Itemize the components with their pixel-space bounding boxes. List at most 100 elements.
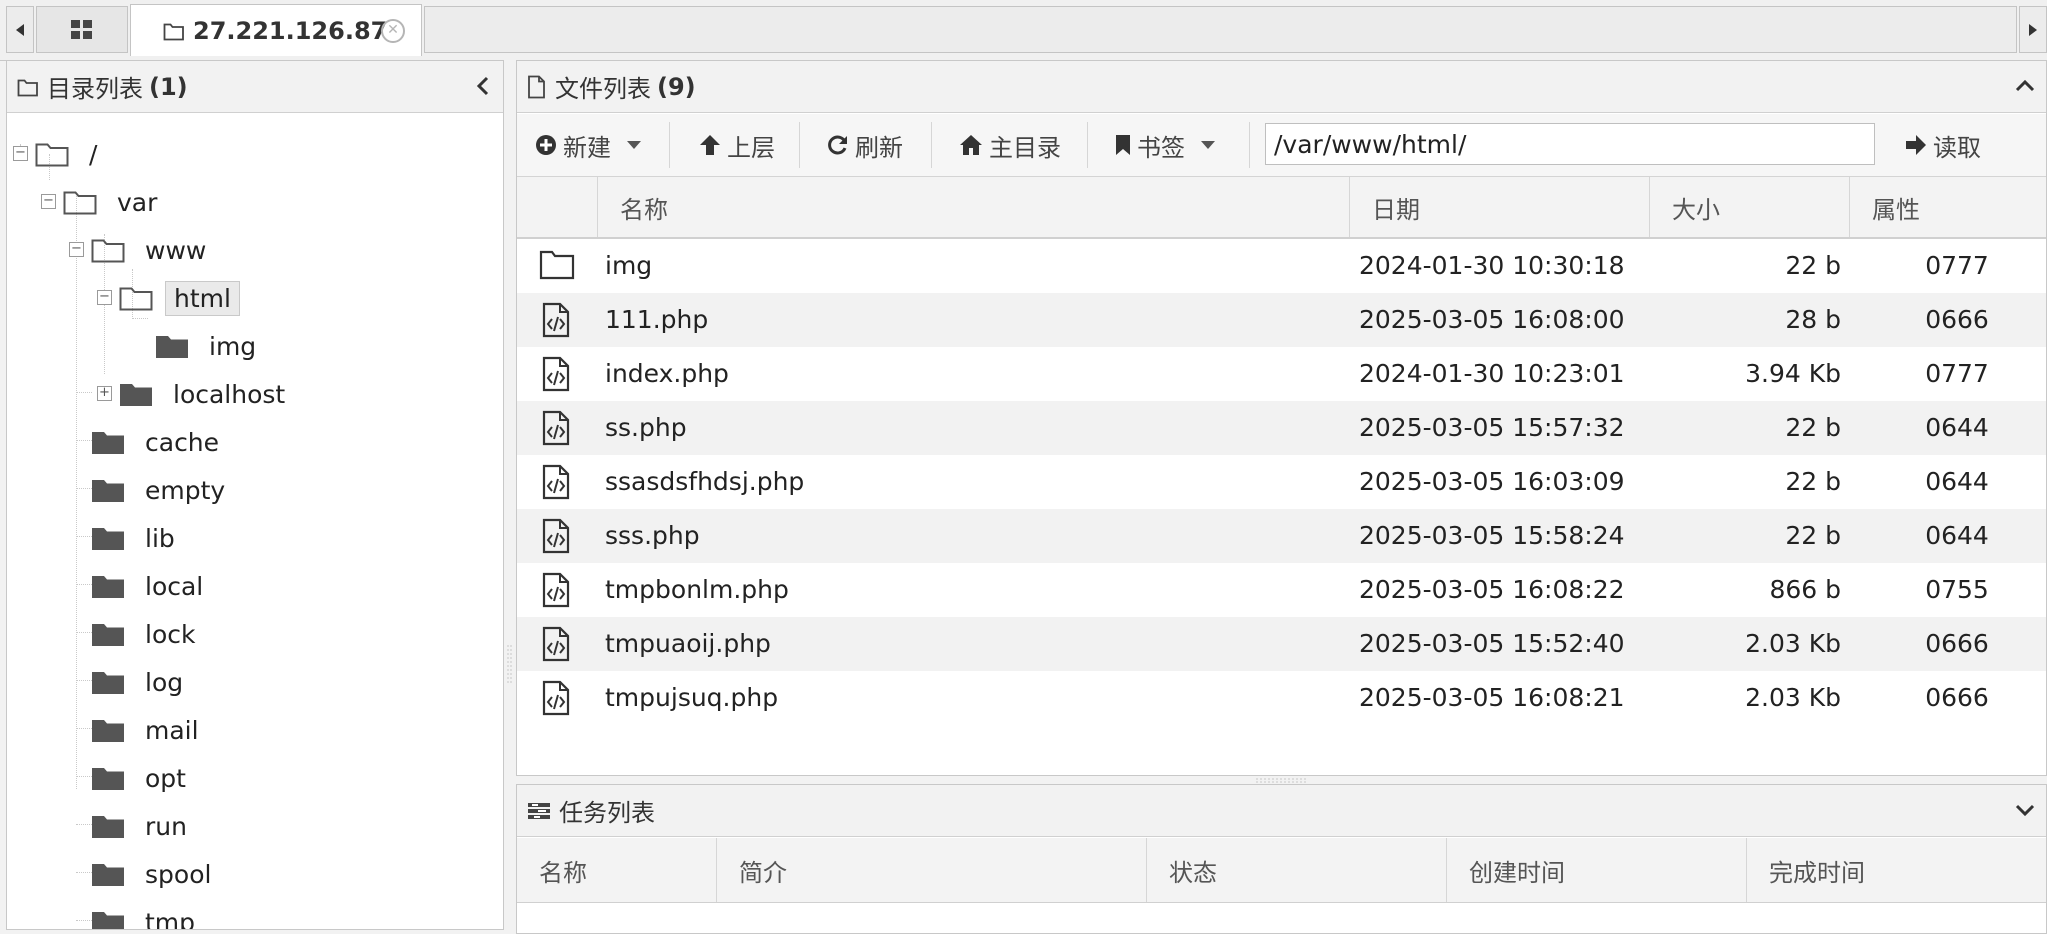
file-date: 2025-03-05 16:03:09 [1359, 467, 1625, 496]
task-column-summary[interactable]: 简介 [717, 838, 1147, 902]
column-header-icon [517, 177, 597, 237]
column-header-date[interactable]: 日期 [1349, 177, 1649, 237]
caret-left-icon [16, 23, 24, 36]
up-level-label: 上层 [727, 133, 775, 162]
file-row[interactable]: 111.php 2025-03-05 16:08:00 28 b 0666 [517, 293, 2046, 347]
refresh-icon [828, 135, 847, 155]
tree-node-lib[interactable]: lib [91, 518, 183, 558]
folder-outline-icon [17, 79, 38, 96]
bookmark-button[interactable]: 书签 [1115, 124, 1215, 166]
refresh-label: 刷新 [855, 133, 903, 162]
arrow-up-icon [700, 135, 720, 155]
up-level-button[interactable]: 上层 [699, 124, 775, 166]
folder-icon [92, 624, 124, 646]
file-row[interactable]: index.php 2024-01-30 10:23:01 3.94 Kb 07… [517, 347, 2046, 401]
tree-node-var[interactable]: var [63, 182, 165, 222]
tab-scroll-right-button[interactable] [2019, 6, 2047, 53]
home-icon [960, 135, 982, 155]
file-date: 2025-03-05 16:08:21 [1359, 683, 1625, 712]
toolbar-divider [1087, 122, 1088, 168]
tree-collapse-toggle[interactable]: − [13, 146, 28, 161]
file-toolbar: 新建 上层 刷新 主目录 书签 /var/www/html/ 读取 [517, 114, 2046, 177]
directory-panel-count: (1) [149, 72, 188, 101]
read-button[interactable]: 读取 [1905, 124, 1981, 166]
path-input[interactable] [1265, 123, 1875, 165]
tab-bar: 27.221.126.87 ✕ [0, 0, 2047, 61]
task-column-created[interactable]: 创建时间 [1447, 838, 1747, 902]
column-header-size[interactable]: 大小 [1649, 177, 1849, 237]
file-permission: 0644 [1925, 413, 1989, 442]
file-size: 22 b [1785, 467, 1841, 496]
collapse-panel-button[interactable] [473, 75, 493, 97]
collapse-file-panel-button[interactable] [2014, 75, 2036, 97]
tree-node-cache[interactable]: cache [91, 422, 227, 462]
tree-node-tmp[interactable]: tmp [91, 902, 203, 929]
code-file-icon [542, 626, 570, 662]
tree-node-local[interactable]: local [91, 566, 211, 606]
tree-node-root[interactable]: / [35, 134, 105, 174]
file-row[interactable]: tmpuaoij.php 2025-03-05 15:52:40 2.03 Kb… [517, 617, 2046, 671]
bookmark-icon [1116, 135, 1130, 155]
file-permission: 0755 [1925, 575, 1989, 604]
task-column-name[interactable]: 名称 [517, 838, 717, 902]
file-permission: 0666 [1925, 683, 1989, 712]
code-file-icon [542, 518, 570, 554]
tree-node-img[interactable]: img [155, 326, 264, 366]
file-size: 22 b [1785, 413, 1841, 442]
task-column-finished[interactable]: 完成时间 [1747, 838, 2047, 902]
task-column-status[interactable]: 状态 [1147, 838, 1447, 902]
tree-collapse-toggle[interactable]: − [41, 194, 56, 209]
toolbar-divider [669, 122, 670, 168]
refresh-button[interactable]: 刷新 [827, 124, 903, 166]
tree-node-log[interactable]: log [91, 662, 191, 702]
tree-node-empty[interactable]: empty [91, 470, 233, 510]
file-size: 2.03 Kb [1745, 683, 1841, 712]
file-row[interactable]: img 2024-01-30 10:30:18 22 b 0777 [517, 239, 2046, 293]
tab-close-icon[interactable]: ✕ [381, 19, 405, 43]
tab-host[interactable]: 27.221.126.87 ✕ [130, 4, 422, 56]
vertical-splitter[interactable] [504, 60, 516, 930]
file-size: 22 b [1785, 521, 1841, 550]
column-header-name[interactable]: 名称 [597, 177, 1349, 237]
code-file-icon [542, 410, 570, 446]
tree-node-label: tmp [145, 907, 196, 930]
tree-node-www[interactable]: www [91, 230, 214, 270]
tree-node-label: local [145, 571, 204, 601]
file-row[interactable]: ss.php 2025-03-05 15:57:32 22 b 0644 [517, 401, 2046, 455]
file-name: tmpujsuq.php [605, 683, 779, 712]
tree-node-localhost[interactable]: localhost [119, 374, 293, 414]
code-file-icon [542, 464, 570, 500]
tab-scroll-left-button[interactable] [6, 6, 34, 53]
read-label: 读取 [1933, 133, 1981, 162]
tree-expand-toggle[interactable]: + [97, 386, 112, 401]
file-row[interactable]: tmpujsuq.php 2025-03-05 16:08:21 2.03 Kb… [517, 671, 2046, 725]
tree-node-lock[interactable]: lock [91, 614, 203, 654]
tree-node-label: lock [145, 619, 196, 649]
code-file-icon [542, 572, 570, 608]
tree-node-label: opt [145, 763, 186, 793]
tree-node-run[interactable]: run [91, 806, 195, 846]
file-date: 2025-03-05 15:57:32 [1359, 413, 1625, 442]
tree-node-opt[interactable]: opt [91, 758, 194, 798]
plus-circle-icon [536, 135, 556, 155]
file-date: 2025-03-05 15:58:24 [1359, 521, 1625, 550]
drag-handle-icon [1256, 778, 1306, 783]
tree-collapse-toggle[interactable]: − [97, 290, 112, 305]
tree-node-html[interactable]: html [119, 278, 240, 318]
file-row[interactable]: sss.php 2025-03-05 15:58:24 22 b 0644 [517, 509, 2046, 563]
tree-node-mail[interactable]: mail [91, 710, 207, 750]
tree-node-label: spool [145, 859, 212, 889]
file-outline-icon [528, 75, 545, 98]
tab-overview-button[interactable] [36, 6, 128, 53]
home-button[interactable]: 主目录 [959, 124, 1061, 166]
folder-icon [92, 816, 124, 838]
horizontal-splitter[interactable] [516, 776, 2047, 784]
caret-down-icon [627, 141, 641, 149]
new-button[interactable]: 新建 [535, 124, 641, 166]
column-header-perm[interactable]: 属性 [1849, 177, 2047, 237]
tree-node-spool[interactable]: spool [91, 854, 219, 894]
tree-collapse-toggle[interactable]: − [69, 242, 84, 257]
file-row[interactable]: ssasdsfhdsj.php 2025-03-05 16:03:09 22 b… [517, 455, 2046, 509]
expand-task-panel-button[interactable] [2014, 799, 2036, 821]
file-row[interactable]: tmpbonlm.php 2025-03-05 16:08:22 866 b 0… [517, 563, 2046, 617]
